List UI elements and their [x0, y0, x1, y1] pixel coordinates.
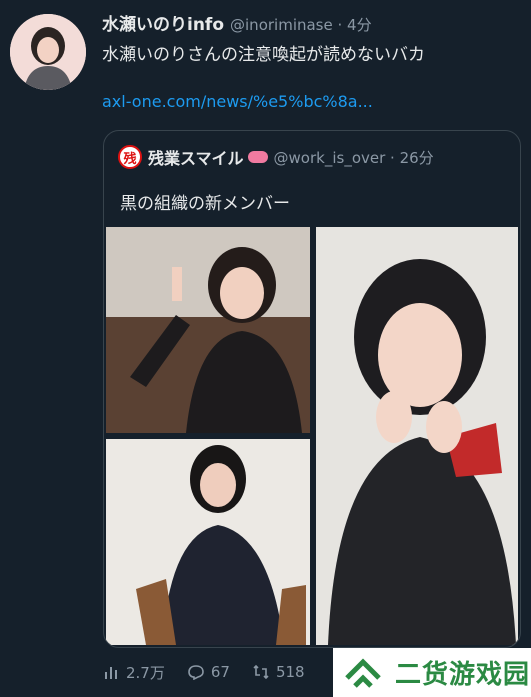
- quoted-handle-and-time[interactable]: @work_is_over · 26分: [274, 147, 434, 168]
- photo-2[interactable]: [106, 439, 310, 645]
- retweet-icon: [253, 664, 269, 680]
- quoted-text: 黒の組織の新メンバー: [120, 194, 290, 214]
- retweet-action[interactable]: 518: [252, 663, 305, 681]
- handle-and-time[interactable]: @inoriminase · 4分: [230, 16, 372, 34]
- tweet-text: 水瀬いのりさんの注意喚起が読めないバカ: [102, 45, 425, 65]
- analytics-icon: [105, 667, 117, 679]
- photo-grid: [104, 227, 520, 647]
- views-action[interactable]: 2.7万: [104, 662, 165, 683]
- quoted-tweet[interactable]: 残 残業スマイル @work_is_over · 26分 黒の組織の新メンバー: [103, 130, 521, 648]
- reply-action[interactable]: 67: [187, 663, 230, 681]
- reply-count: 67: [210, 663, 230, 681]
- views-count: 2.7万: [126, 663, 165, 682]
- watermark-text: 二货游戏园: [395, 660, 531, 690]
- site-watermark: 二货游戏园: [333, 648, 531, 697]
- photo-1[interactable]: [106, 227, 310, 433]
- display-name[interactable]: 水瀬いのりinfo: [102, 15, 224, 35]
- pig-icon: [247, 151, 268, 163]
- quoted-avatar-badge[interactable]: 残: [118, 145, 142, 169]
- photo-3[interactable]: [316, 227, 518, 645]
- watermark-logo-icon: [345, 657, 381, 688]
- tweet-header: 水瀬いのりinfo @inoriminase · 4分: [102, 10, 372, 35]
- action-bar: 2.7万 67 518: [104, 660, 344, 684]
- tweet-link[interactable]: axl-one.com/news/%e5%bc%8a...: [102, 92, 373, 111]
- reply-icon: [188, 665, 204, 680]
- quoted-display-name[interactable]: 残業スマイル: [148, 145, 244, 169]
- tweet: 水瀬いのりinfo @inoriminase · 4分 水瀬いのりさんの注意喚起が…: [0, 0, 531, 697]
- retweet-count: 518: [275, 663, 305, 681]
- quoted-header: 残 残業スマイル @work_is_over · 26分: [118, 145, 434, 169]
- avatar[interactable]: [10, 14, 86, 90]
